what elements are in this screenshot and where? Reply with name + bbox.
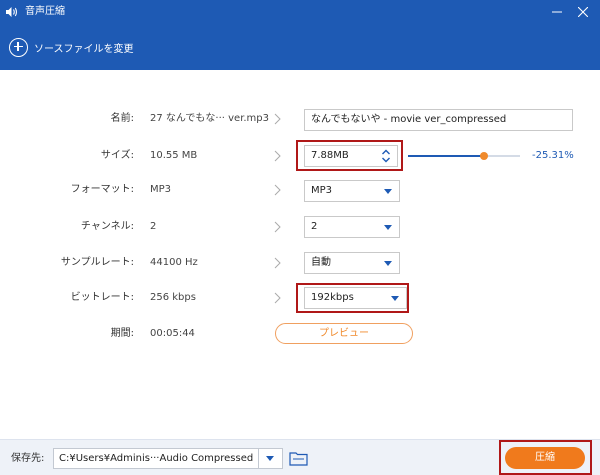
minimize-icon — [552, 11, 562, 13]
caret-down-icon — [384, 225, 392, 230]
size-slider-fill — [408, 155, 485, 157]
save-path-value: C:¥Users¥Adminis···Audio Compressed — [59, 453, 254, 464]
bitrate-highlight — [296, 283, 409, 313]
channel-select[interactable]: 2 — [304, 216, 400, 238]
preview-button[interactable]: プレビュー — [275, 323, 413, 344]
name-label: 名前: — [110, 113, 134, 124]
size-slider[interactable] — [408, 152, 520, 160]
duration-value: 00:05:44 — [150, 328, 195, 339]
channel-select-value: 2 — [311, 221, 318, 232]
sample-rate-select[interactable]: 自動 — [304, 252, 400, 274]
change-source-button[interactable]: ソースファイルを変更 — [9, 37, 134, 57]
bitrate-source-value: 256 kbps — [150, 292, 196, 303]
caret-down-icon — [384, 189, 392, 194]
duration-label: 期間: — [110, 328, 134, 339]
change-source-label: ソースファイルを変更 — [34, 43, 134, 55]
title-bar: 音声圧縮 — [0, 0, 600, 24]
plus-circle-icon — [9, 37, 28, 57]
sample-rate-source-value: 44100 Hz — [150, 257, 198, 268]
name-source-value: 27 なんでもな··· ver.mp3 — [150, 113, 270, 124]
save-to-label: 保存先: — [11, 453, 45, 464]
size-source-value: 10.55 MB — [150, 150, 198, 161]
sample-rate-select-value: 自動 — [311, 257, 331, 268]
caret-down-icon — [266, 456, 274, 461]
close-button[interactable] — [572, 2, 594, 22]
format-select-value: MP3 — [311, 185, 333, 196]
channel-label: チャンネル: — [80, 221, 134, 232]
caret-down-icon — [384, 261, 392, 266]
chevron-right-icon — [274, 113, 281, 125]
chevron-right-icon — [274, 184, 281, 196]
chevron-right-icon — [274, 221, 281, 233]
toolbar: ソースファイルを変更 — [0, 24, 600, 70]
window-title: 音声圧縮 — [25, 6, 65, 17]
size-reduction-percent: -25.31% — [532, 150, 574, 161]
speaker-icon — [6, 7, 17, 17]
save-path-select[interactable]: C:¥Users¥Adminis···Audio Compressed — [53, 448, 283, 469]
format-label: フォーマット: — [70, 184, 134, 195]
close-icon — [578, 7, 588, 17]
size-highlight — [296, 140, 403, 171]
folder-icon[interactable] — [289, 450, 308, 466]
minimize-button[interactable] — [546, 2, 568, 22]
sample-rate-label: サンプルレート: — [60, 257, 134, 268]
format-source-value: MP3 — [150, 184, 172, 195]
bitrate-label: ビットレート: — [70, 292, 134, 303]
output-name-input[interactable]: なんでもないや - movie ver_compressed — [304, 109, 573, 131]
channel-source-value: 2 — [150, 221, 157, 232]
divider — [258, 449, 259, 468]
compress-highlight — [499, 440, 592, 475]
chevron-right-icon — [274, 257, 281, 269]
chevron-right-icon — [274, 150, 281, 162]
format-select[interactable]: MP3 — [304, 180, 400, 202]
size-label: サイズ: — [100, 150, 134, 161]
size-slider-handle[interactable] — [480, 152, 489, 160]
chevron-right-icon — [274, 292, 281, 304]
